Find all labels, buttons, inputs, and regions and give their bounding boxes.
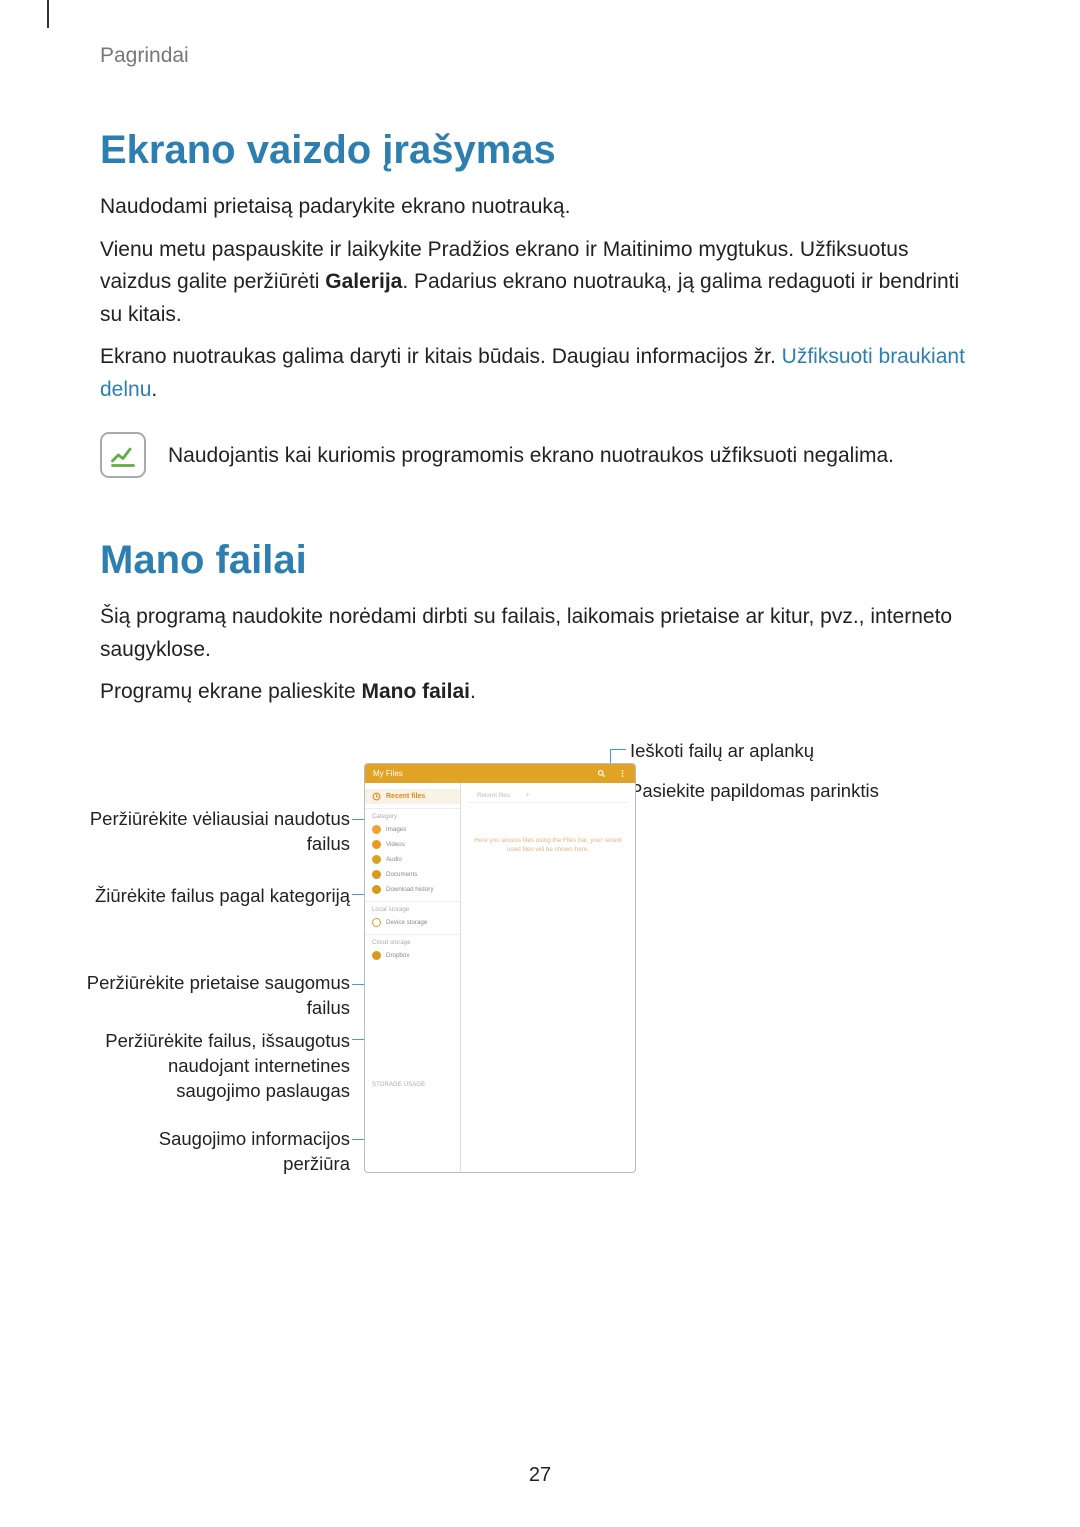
sidebar-label-local: Local storage — [365, 901, 460, 915]
screen-capture-intro: Naudodami prietaisą padarykite ekrano nu… — [100, 191, 980, 224]
app-title: My Files — [373, 769, 403, 778]
clock-icon — [372, 792, 381, 801]
tablet-screenshot: My Files Recent files — [364, 763, 636, 1173]
search-icon[interactable] — [597, 769, 606, 778]
callout-local: Peržiūrėkite prietaise saugomus failus — [70, 971, 350, 1021]
heading-my-files: Mano failai — [100, 538, 980, 583]
callout-storage: Saugojimo informacijos peržiūra — [70, 1127, 350, 1177]
files-main-pane: Recent files + Here you access files usi… — [461, 783, 635, 1171]
dropbox-icon — [372, 951, 381, 960]
sidebar-label-cloud: Cloud storage — [365, 934, 460, 948]
callout-recent: Peržiūrėkite vėliausiai naudotus failus — [70, 807, 350, 857]
sidebar-cloud-dropbox[interactable]: Dropbox — [365, 948, 460, 963]
sidebar-recent-files[interactable]: Recent files — [365, 789, 460, 804]
note-icon — [100, 432, 146, 478]
main-tab-add[interactable]: + — [518, 789, 538, 802]
my-files-figure: Ieškoti failų ar aplankų Pasiekite papil… — [100, 739, 980, 1219]
empty-state-text: Here you access files using the Files ba… — [469, 837, 627, 855]
sidebar-cat-audio[interactable]: Audio — [365, 852, 460, 867]
sidebar-cat-docs[interactable]: Documents — [365, 867, 460, 882]
my-files-open: Programų ekrane palieskite Mano failai. — [100, 676, 980, 709]
images-icon — [372, 825, 381, 834]
callout-cloud: Peržiūrėkite failus, išsaugotus naudojan… — [70, 1029, 350, 1104]
my-files-intro: Šią programą naudokite norėdami dirbti s… — [100, 601, 980, 666]
more-icon[interactable] — [618, 769, 627, 778]
sidebar-cat-videos[interactable]: Videos — [365, 837, 460, 852]
sidebar-cat-images[interactable]: Images — [365, 822, 460, 837]
page-number: 27 — [0, 1464, 1080, 1487]
audio-icon — [372, 855, 381, 864]
app-titlebar: My Files — [365, 764, 635, 783]
heading-screen-capture: Ekrano vaizdo įrašymas — [100, 128, 980, 173]
note-text: Naudojantis kai kuriomis programomis ekr… — [168, 440, 894, 472]
callout-category: Žiūrėkite failus pagal kategoriją — [70, 884, 350, 909]
sidebar-label-category: Category — [365, 808, 460, 822]
files-sidebar: Recent files Category Images Videos Audi… — [365, 783, 461, 1171]
callout-search: Ieškoti failų ar aplankų — [630, 739, 814, 764]
documents-icon — [372, 870, 381, 879]
screen-capture-howto: Vienu metu paspauskite ir laikykite Prad… — [100, 234, 980, 332]
download-icon — [372, 885, 381, 894]
sidebar-device-storage[interactable]: Device storage — [365, 915, 460, 930]
device-storage-icon — [372, 918, 381, 927]
sidebar-storage-usage[interactable]: STORAGE USAGE — [365, 1077, 460, 1090]
videos-icon — [372, 840, 381, 849]
callout-more: Pasiekite papildomas parinktis — [630, 779, 879, 804]
main-tab-recent[interactable]: Recent files — [469, 789, 518, 802]
left-margin-rule — [47, 0, 49, 28]
sidebar-cat-downloads[interactable]: Download history — [365, 882, 460, 897]
screen-capture-more: Ekrano nuotraukas galima daryti ir kitai… — [100, 341, 980, 406]
running-header: Pagrindai — [100, 44, 980, 68]
